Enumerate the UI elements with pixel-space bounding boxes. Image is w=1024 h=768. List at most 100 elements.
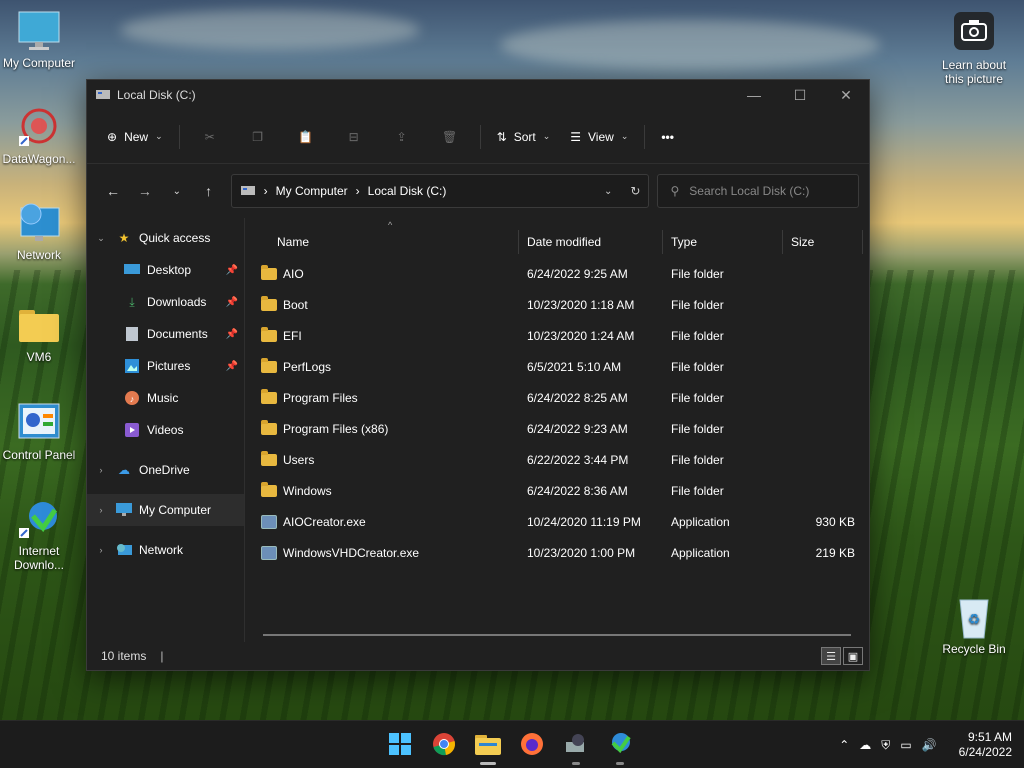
- minimize-button[interactable]: —: [731, 80, 777, 110]
- desktop-icon-network[interactable]: Network: [0, 202, 79, 262]
- file-date: 10/23/2020 1:00 PM: [527, 545, 636, 560]
- desktop-icon-my-computer[interactable]: My Computer: [0, 10, 79, 70]
- document-icon: [123, 326, 141, 342]
- file-name-cell: Boot: [245, 295, 519, 312]
- pin-icon[interactable]: 📌: [226, 361, 238, 372]
- forward-arrow-icon[interactable]: →: [129, 175, 161, 207]
- copy-icon[interactable]: ❐: [234, 122, 282, 152]
- rename-icon[interactable]: ⊟: [330, 122, 378, 152]
- more-options-button[interactable]: •••: [651, 124, 684, 150]
- column-header-type[interactable]: Type: [663, 230, 783, 254]
- separator: [178, 124, 180, 149]
- nav-item-videos[interactable]: Videos: [87, 414, 244, 446]
- up-arrow-icon[interactable]: ↑: [193, 175, 225, 207]
- pin-icon[interactable]: 📌: [226, 297, 238, 308]
- nav-item-pictures[interactable]: Pictures 📌: [87, 350, 244, 382]
- back-arrow-icon[interactable]: ←: [97, 175, 129, 207]
- sort-button[interactable]: ⇅ Sort ⌄: [487, 124, 561, 150]
- expand-chevron-icon[interactable]: ⌄: [87, 233, 115, 244]
- delete-icon[interactable]: 🗑: [426, 122, 474, 152]
- address-bar[interactable]: › My Computer › Local Disk (C:) ⌄ ↻: [230, 174, 650, 208]
- nav-network[interactable]: › Network: [87, 534, 244, 566]
- window-title: Local Disk (C:): [117, 88, 196, 102]
- desktop-icon-control-panel[interactable]: Control Panel: [0, 402, 79, 462]
- expand-chevron-icon[interactable]: ›: [87, 545, 115, 555]
- close-button[interactable]: ✕: [823, 80, 869, 110]
- separator: [644, 124, 646, 149]
- nav-my-computer[interactable]: › My Computer: [87, 494, 244, 526]
- desktop-icon-recycle-bin[interactable]: ♻ Recycle Bin: [934, 596, 1014, 656]
- desktop-icon-learn-picture[interactable]: Learn about this picture: [934, 12, 1014, 86]
- security-shield-icon[interactable]: ⛨: [881, 738, 890, 753]
- nav-item-downloads[interactable]: ⤓ Downloads 📌: [87, 286, 244, 318]
- pin-icon[interactable]: 📌: [226, 265, 238, 276]
- cloud-icon: ☁: [118, 463, 130, 477]
- firefox-taskbar-button[interactable]: [512, 721, 552, 767]
- start-button[interactable]: [380, 721, 420, 767]
- datawagon-icon: [17, 106, 61, 150]
- share-icon[interactable]: ⇪: [378, 122, 426, 152]
- column-header-name[interactable]: Name: [245, 230, 519, 254]
- file-row[interactable]: Users 6/22/2022 3:44 PM File folder: [245, 444, 869, 475]
- file-row[interactable]: Windows 6/24/2022 8:36 AM File folder: [245, 475, 869, 506]
- chevron-down-icon: ⌄: [155, 131, 163, 141]
- desktop-icon-datawagon[interactable]: DataWagon...: [0, 106, 79, 166]
- cut-icon[interactable]: ✂: [186, 122, 234, 152]
- view-button[interactable]: ☰ View ⌄: [560, 124, 638, 150]
- expand-chevron-icon[interactable]: ›: [87, 465, 115, 475]
- address-history-chevron-icon[interactable]: ⌄: [604, 186, 612, 197]
- file-name: Program Files (x86): [283, 421, 389, 436]
- file-explorer-taskbar-button[interactable]: [468, 721, 508, 767]
- file-row[interactable]: Program Files (x86) 6/24/2022 9:23 AM File…: [245, 413, 869, 444]
- title-bar[interactable]: Local Disk (C:) — ☐ ✕: [87, 80, 869, 110]
- refresh-icon[interactable]: ↻: [630, 184, 640, 198]
- file-row[interactable]: Boot 10/23/2020 1:18 AM File folder: [245, 289, 869, 320]
- show-hidden-icons-chevron-icon[interactable]: ⌃: [839, 738, 849, 752]
- nav-quick-access[interactable]: ⌄ ★ Quick access: [87, 222, 244, 254]
- nav-item-desktop[interactable]: Desktop 📌: [87, 254, 244, 286]
- installer-taskbar-button[interactable]: [556, 721, 596, 767]
- details-view-icon[interactable]: ☰: [821, 647, 841, 665]
- folder-icon: [261, 481, 277, 497]
- file-list: ^ Name Date modified Type Size AIO 6/24/2…: [245, 218, 869, 642]
- new-button[interactable]: ⊕ New ⌄: [97, 124, 173, 150]
- clock[interactable]: 9:51 AM 6/24/2022: [959, 730, 1012, 760]
- breadcrumb-my-computer[interactable]: My Computer: [276, 184, 348, 198]
- horizontal-scrollbar[interactable]: [263, 634, 851, 636]
- search-input[interactable]: ⚲ Search Local Disk (C:): [657, 174, 859, 208]
- expand-chevron-icon[interactable]: ›: [87, 505, 115, 515]
- file-row[interactable]: Program Files 6/24/2022 8:25 AM File folde…: [245, 382, 869, 413]
- desktop-icon-vm6[interactable]: VM6: [0, 304, 79, 364]
- column-header-size[interactable]: Size: [783, 230, 863, 254]
- volume-icon[interactable]: 🔊: [922, 738, 937, 752]
- download-manager-taskbar-button[interactable]: [600, 721, 640, 767]
- breadcrumb-local-disk[interactable]: Local Disk (C:): [368, 184, 447, 198]
- chrome-taskbar-button[interactable]: [424, 721, 464, 767]
- nav-onedrive[interactable]: › ☁ OneDrive: [87, 454, 244, 486]
- desktop-icon-internet-download[interactable]: Internet Downlo...: [0, 498, 79, 572]
- file-row[interactable]: EFI 10/23/2020 1:24 AM File folder: [245, 320, 869, 351]
- wallpaper-cloud: [500, 20, 880, 70]
- file-row[interactable]: WindowsVHDCreator.exe 10/23/2020 1:00 PM A…: [245, 537, 869, 568]
- nav-label: Documents: [147, 327, 208, 341]
- music-icon: ♪: [123, 390, 141, 406]
- nav-label: Desktop: [147, 263, 192, 277]
- nav-item-music[interactable]: ♪ Music: [87, 382, 244, 414]
- recent-chevron-icon[interactable]: ⌄: [161, 175, 193, 207]
- file-row[interactable]: PerfLogs 6/5/2021 5:10 AM File folder: [245, 351, 869, 382]
- large-icons-view-icon[interactable]: ▣: [843, 647, 863, 665]
- network-status-icon[interactable]: ▭: [900, 738, 911, 752]
- pin-icon[interactable]: 📌: [226, 329, 238, 340]
- onedrive-cloud-icon[interactable]: ☁: [859, 738, 871, 752]
- folder-icon: [261, 295, 277, 311]
- file-row[interactable]: AIOCreator.exe 10/24/2020 11:19 PM Applica…: [245, 506, 869, 537]
- nav-item-documents[interactable]: Documents 📌: [87, 318, 244, 350]
- file-name-cell: EFI: [245, 326, 519, 343]
- file-date: 10/23/2020 1:18 AM: [527, 297, 635, 312]
- maximize-button[interactable]: ☐: [777, 80, 823, 110]
- download-icon: ⤓: [129, 294, 135, 309]
- breadcrumb-separator-icon: ›: [263, 184, 268, 198]
- paste-icon[interactable]: 📋: [282, 122, 330, 152]
- file-row[interactable]: AIO 6/24/2022 9:25 AM File folder: [245, 258, 869, 289]
- column-header-date[interactable]: Date modified: [519, 230, 663, 254]
